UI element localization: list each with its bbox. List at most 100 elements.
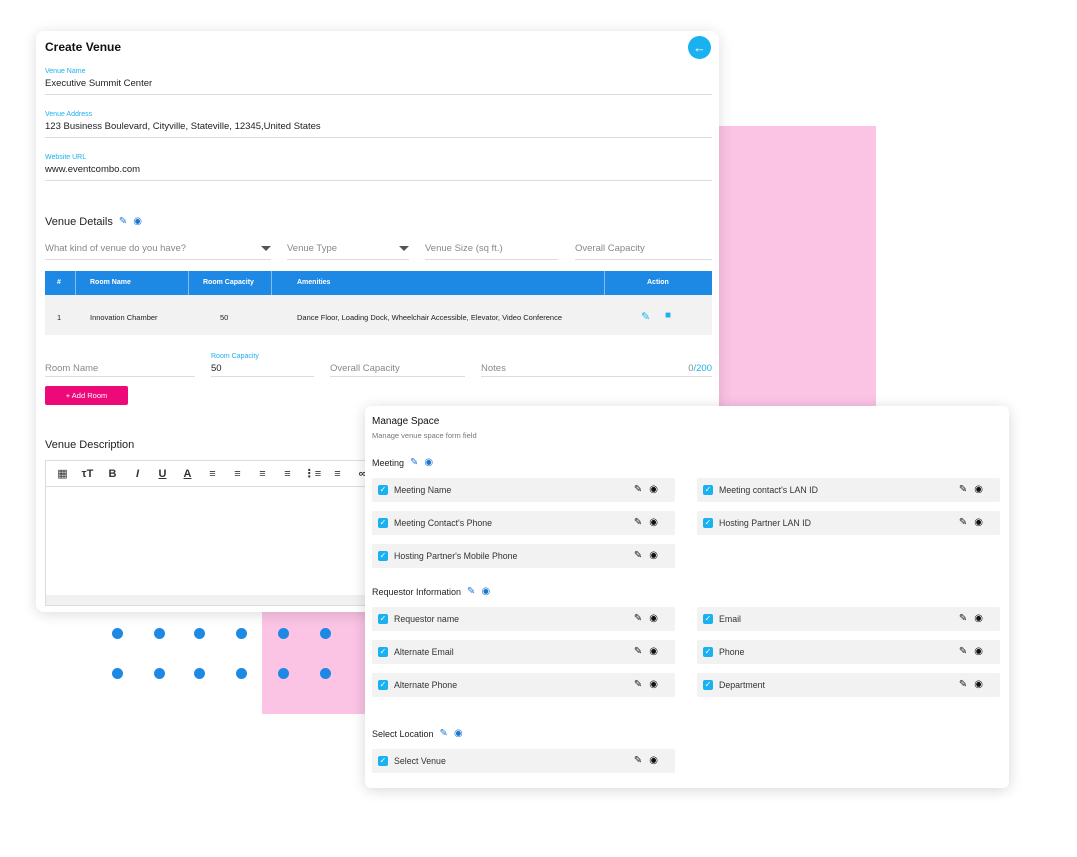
- col-room-capacity: Room Capacity: [203, 279, 254, 286]
- italic-icon[interactable]: I: [125, 468, 150, 480]
- pencil-icon[interactable]: ✎: [959, 613, 974, 624]
- field-item-label: Requestor name: [394, 614, 460, 624]
- field-item-label: Alternate Email: [394, 647, 454, 657]
- field-item-hosting-partner-lan[interactable]: ✓ Hosting Partner LAN ID ✎◉: [697, 511, 1000, 535]
- checkbox-checked-icon[interactable]: ✓: [703, 518, 713, 528]
- notes-input[interactable]: Notes 0/200: [481, 353, 712, 377]
- back-button[interactable]: ←: [688, 36, 711, 59]
- eye-icon[interactable]: ◉: [649, 550, 665, 561]
- field-item-meeting-name[interactable]: ✓ Meeting Name ✎◉: [372, 478, 675, 502]
- field-item-hosting-partner-mobile[interactable]: ✓ Hosting Partner's Mobile Phone ✎◉: [372, 544, 675, 568]
- pencil-icon[interactable]: ✎: [634, 646, 649, 657]
- eye-icon[interactable]: ◉: [481, 587, 490, 597]
- bullet-list-icon[interactable]: ⋮≡: [300, 467, 325, 480]
- decor-dot: [236, 668, 247, 679]
- venue-address-field[interactable]: Venue Address 123 Business Boulevard, Ci…: [45, 111, 712, 138]
- text-size-icon[interactable]: τT: [75, 468, 100, 480]
- eye-icon[interactable]: ◉: [454, 729, 463, 739]
- eye-icon[interactable]: ◉: [649, 517, 665, 528]
- eye-icon[interactable]: ◉: [974, 646, 990, 657]
- pencil-icon[interactable]: ✎: [959, 484, 974, 495]
- checkbox-checked-icon[interactable]: ✓: [378, 518, 388, 528]
- eye-icon[interactable]: ◉: [974, 679, 990, 690]
- font-color-icon[interactable]: A: [175, 468, 200, 480]
- room-capacity-input[interactable]: Room Capacity 50: [211, 353, 314, 377]
- venue-address-value[interactable]: 123 Business Boulevard, Cityville, State…: [45, 121, 712, 137]
- checkbox-checked-icon[interactable]: ✓: [378, 756, 388, 766]
- eye-icon[interactable]: ◉: [649, 613, 665, 624]
- add-room-button[interactable]: + Add Room: [45, 386, 128, 405]
- eye-icon[interactable]: ◉: [649, 755, 665, 766]
- bold-icon[interactable]: B: [100, 468, 125, 480]
- room-name-input[interactable]: Room Name: [45, 353, 195, 377]
- checkbox-checked-icon[interactable]: ✓: [378, 614, 388, 624]
- checkbox-checked-icon[interactable]: ✓: [703, 614, 713, 624]
- pencil-icon[interactable]: ✎: [634, 517, 649, 528]
- website-url-value[interactable]: www.eventcombo.com: [45, 164, 712, 180]
- venue-name-value[interactable]: Executive Summit Center: [45, 78, 712, 94]
- field-item-alternate-email[interactable]: ✓ Alternate Email ✎◉: [372, 640, 675, 664]
- pencil-icon[interactable]: ✎: [634, 613, 649, 624]
- eye-icon[interactable]: ◉: [649, 484, 665, 495]
- field-item-select-venue[interactable]: ✓ Select Venue ✎◉: [372, 749, 675, 773]
- field-item-meeting-contact-phone[interactable]: ✓ Meeting Contact's Phone ✎◉: [372, 511, 675, 535]
- checkbox-checked-icon[interactable]: ✓: [703, 485, 713, 495]
- room-capacity-value[interactable]: 50: [211, 363, 222, 374]
- pencil-icon[interactable]: ✎: [634, 484, 649, 495]
- pencil-icon[interactable]: ✎: [634, 679, 649, 690]
- room-overall-capacity-input[interactable]: Overall Capacity: [330, 353, 465, 377]
- eye-icon[interactable]: ◉: [974, 484, 990, 495]
- website-url-field[interactable]: Website URL www.eventcombo.com: [45, 154, 712, 181]
- pencil-icon[interactable]: ✎: [119, 217, 127, 227]
- decor-dot: [154, 628, 165, 639]
- eye-icon[interactable]: ◉: [974, 613, 990, 624]
- translate-icon[interactable]: ▦: [50, 467, 75, 480]
- venue-kind-select[interactable]: What kind of venue do you have?: [45, 243, 271, 260]
- pencil-icon[interactable]: ✎: [410, 458, 418, 468]
- eye-icon[interactable]: ◉: [649, 646, 665, 657]
- notes-placeholder: Notes: [481, 363, 506, 374]
- checkbox-checked-icon[interactable]: ✓: [378, 551, 388, 561]
- field-item-email[interactable]: ✓ Email ✎◉: [697, 607, 1000, 631]
- eye-icon[interactable]: ◉: [133, 217, 142, 227]
- decor-dot: [194, 628, 205, 639]
- field-item-alternate-phone[interactable]: ✓ Alternate Phone ✎◉: [372, 673, 675, 697]
- pencil-icon[interactable]: ✎: [634, 755, 649, 766]
- eye-icon[interactable]: ◉: [424, 458, 433, 468]
- pencil-icon[interactable]: ✎: [959, 517, 974, 528]
- overall-capacity-input[interactable]: Overall Capacity: [575, 243, 712, 260]
- venue-size-input[interactable]: Venue Size (sq ft.): [425, 243, 558, 260]
- checkbox-checked-icon[interactable]: ✓: [378, 647, 388, 657]
- checkbox-checked-icon[interactable]: ✓: [703, 647, 713, 657]
- delete-row-trash-icon[interactable]: ■: [665, 310, 671, 321]
- pencil-icon[interactable]: ✎: [959, 679, 974, 690]
- edit-row-pencil-icon[interactable]: ✎: [641, 310, 650, 323]
- field-item-phone[interactable]: ✓ Phone ✎◉: [697, 640, 1000, 664]
- numbered-list-icon[interactable]: ≡: [325, 468, 350, 480]
- manage-space-title: Manage Space: [372, 416, 440, 427]
- field-item-requestor-name[interactable]: ✓ Requestor name ✎◉: [372, 607, 675, 631]
- eye-icon[interactable]: ◉: [974, 517, 990, 528]
- eye-icon[interactable]: ◉: [649, 679, 665, 690]
- field-item-department[interactable]: ✓ Department ✎◉: [697, 673, 1000, 697]
- align-center-icon[interactable]: ≡: [225, 468, 250, 480]
- pencil-icon[interactable]: ✎: [440, 729, 448, 739]
- field-item-label: Hosting Partner's Mobile Phone: [394, 551, 518, 561]
- decor-dot: [154, 668, 165, 679]
- align-right-icon[interactable]: ≡: [250, 468, 275, 480]
- field-item-meeting-contact-lan[interactable]: ✓ Meeting contact's LAN ID ✎◉: [697, 478, 1000, 502]
- pencil-icon[interactable]: ✎: [634, 550, 649, 561]
- checkbox-checked-icon[interactable]: ✓: [703, 680, 713, 690]
- venue-type-select[interactable]: Venue Type: [287, 243, 409, 260]
- pencil-icon[interactable]: ✎: [959, 646, 974, 657]
- venue-kind-placeholder: What kind of venue do you have?: [45, 243, 187, 254]
- decor-dot: [278, 628, 289, 639]
- align-justify-icon[interactable]: ≡: [275, 468, 300, 480]
- checkbox-checked-icon[interactable]: ✓: [378, 680, 388, 690]
- underline-icon[interactable]: U: [150, 468, 175, 480]
- pencil-icon[interactable]: ✎: [467, 587, 475, 597]
- checkbox-checked-icon[interactable]: ✓: [378, 485, 388, 495]
- align-left-icon[interactable]: ≡: [200, 468, 225, 480]
- venue-name-field[interactable]: Venue Name Executive Summit Center: [45, 68, 712, 95]
- location-group-heading: Select Location ✎ ◉: [372, 729, 463, 740]
